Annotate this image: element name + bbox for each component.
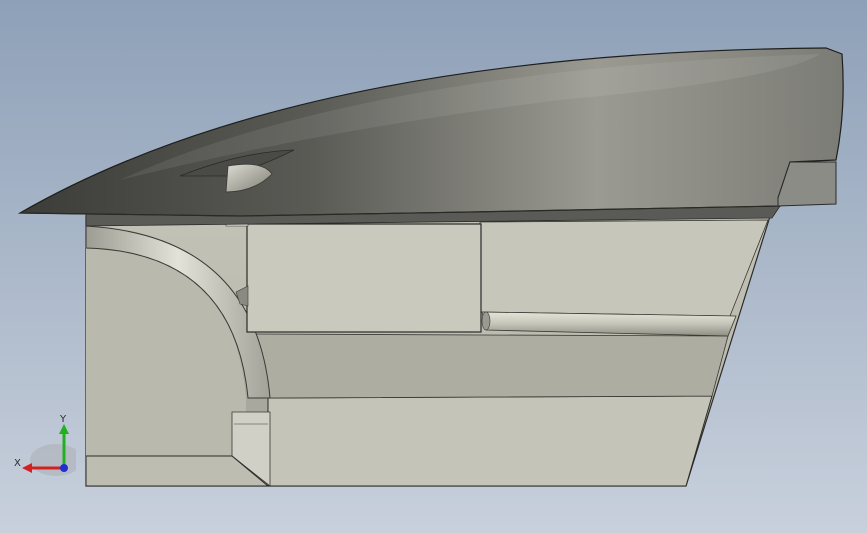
triad-shadow bbox=[30, 444, 76, 476]
graphics-viewport[interactable]: Y X bbox=[0, 0, 867, 533]
box-cover[interactable] bbox=[246, 223, 482, 333]
z-axis-dot bbox=[60, 464, 68, 472]
y-axis-label: Y bbox=[59, 414, 67, 425]
y-axis-arrow bbox=[59, 424, 69, 434]
3d-model-view[interactable] bbox=[0, 0, 867, 533]
x-axis-arrow bbox=[22, 463, 32, 473]
x-axis-label: X bbox=[14, 458, 21, 469]
roof-hood[interactable] bbox=[17, 47, 844, 227]
coordinate-triad: Y X bbox=[14, 414, 76, 476]
